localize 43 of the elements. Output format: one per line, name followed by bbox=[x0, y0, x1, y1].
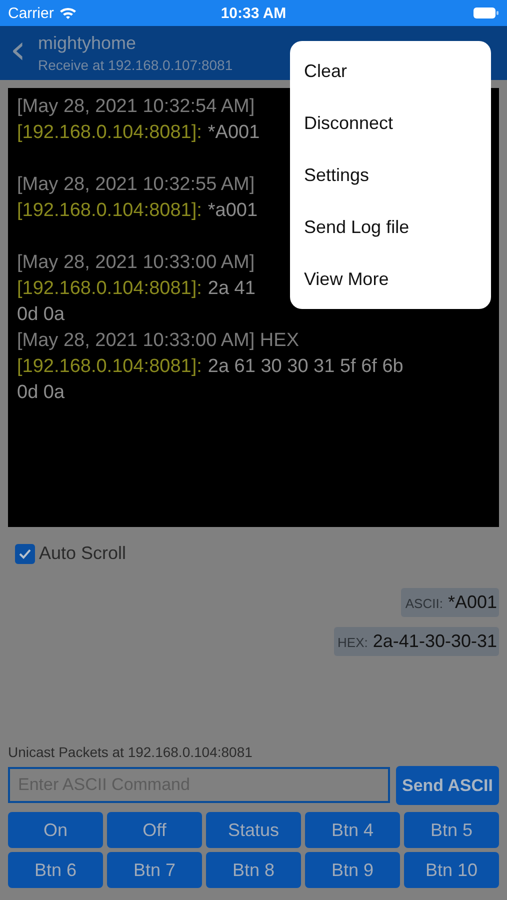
log-source: [192.168.0.104:8081]: bbox=[17, 356, 202, 377]
nav-title: mightyhome bbox=[38, 33, 138, 54]
command-button[interactable]: Btn 4 bbox=[305, 812, 400, 848]
checkmark-icon bbox=[18, 548, 32, 560]
command-button[interactable]: On bbox=[8, 812, 103, 848]
log-source: [192.168.0.104:8081]: bbox=[17, 200, 202, 221]
log-payload: 0d 0a bbox=[17, 304, 65, 325]
wifi-icon bbox=[58, 6, 77, 20]
command-button[interactable]: Off bbox=[107, 812, 202, 848]
send-ascii-button[interactable]: Send ASCII bbox=[396, 766, 499, 805]
menu-item[interactable]: Send Log file bbox=[290, 201, 491, 253]
clock-time: 10:33 AM bbox=[220, 4, 288, 22]
back-button[interactable]: ‹ bbox=[0, 30, 38, 76]
log-payload: *A001 bbox=[208, 122, 260, 143]
received-value-chip: HEX: 2a-41-30-30-31 bbox=[334, 627, 499, 656]
command-button[interactable]: Btn 7 bbox=[107, 852, 202, 888]
command-button[interactable]: Status bbox=[206, 812, 301, 848]
log-source: [192.168.0.104:8081]: bbox=[17, 278, 202, 299]
carrier-label: Carrier bbox=[8, 4, 54, 22]
menu-item[interactable]: Disconnect bbox=[290, 97, 491, 149]
battery-icon bbox=[473, 7, 499, 19]
log-payload: 2a 41 bbox=[208, 278, 256, 299]
command-button[interactable]: Btn 8 bbox=[206, 852, 301, 888]
command-button[interactable]: Btn 10 bbox=[404, 852, 499, 888]
log-source: [192.168.0.104:8081]: bbox=[17, 122, 202, 143]
menu-item[interactable]: View More bbox=[290, 253, 491, 305]
log-payload: *a001 bbox=[208, 200, 258, 221]
auto-scroll-checkbox[interactable] bbox=[15, 544, 35, 564]
command-button[interactable]: Btn 6 bbox=[8, 852, 103, 888]
log-payload: 2a 61 30 30 31 5f 6f 6b bbox=[208, 356, 404, 377]
auto-scroll-label: Auto Scroll bbox=[39, 543, 126, 564]
log-timestamp: [May 28, 2021 10:33:00 AM] bbox=[17, 251, 255, 275]
command-button[interactable]: Btn 5 bbox=[404, 812, 499, 848]
menu-item[interactable]: Settings bbox=[290, 149, 491, 201]
log-timestamp: [May 28, 2021 10:32:55 AM] bbox=[17, 173, 255, 197]
unicast-caption: Unicast Packets at 192.168.0.104:8081 bbox=[8, 744, 254, 760]
log-timestamp: [May 28, 2021 10:32:54 AM] bbox=[17, 95, 255, 119]
menu-item[interactable]: Clear bbox=[290, 45, 491, 97]
nav-subtitle: Receive at 192.168.0.107:8081 bbox=[38, 57, 233, 73]
received-value-chip: ASCII: *A001 bbox=[401, 588, 499, 617]
log-timestamp: [May 28, 2021 10:33:00 AM] HEX bbox=[17, 329, 300, 353]
log-payload: 0d 0a bbox=[17, 382, 65, 403]
command-button[interactable]: Btn 9 bbox=[305, 852, 400, 888]
